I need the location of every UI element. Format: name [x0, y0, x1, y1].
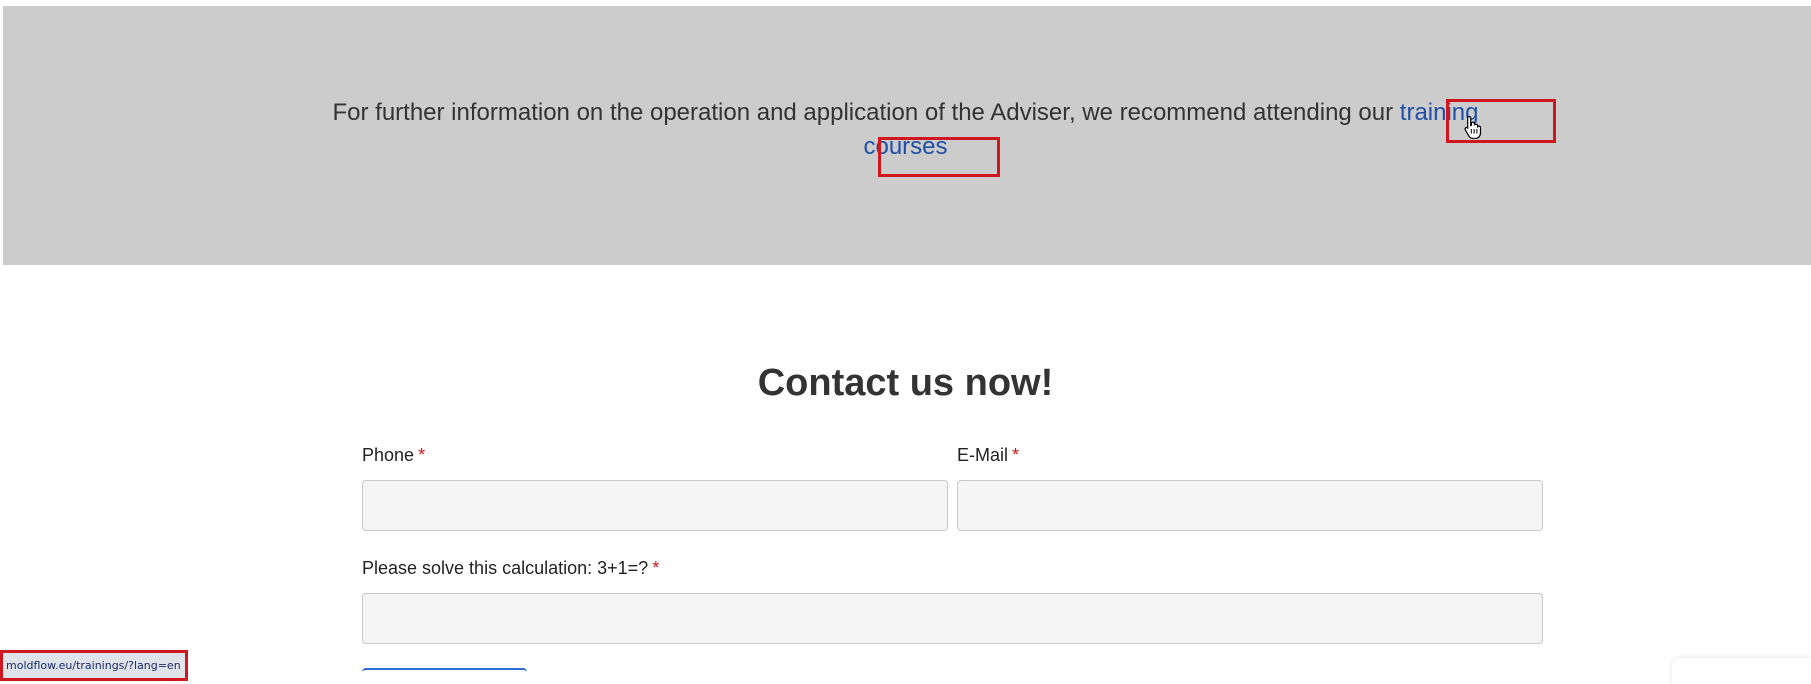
banner-text: For further information on the operation… — [0, 96, 1811, 164]
calculation-field[interactable] — [362, 593, 1543, 644]
email-label: E-Mail * — [957, 445, 1020, 465]
hand-pointer-icon — [1464, 115, 1482, 139]
banner-line-1: For further information on the operation… — [0, 96, 1811, 130]
email-field[interactable] — [957, 480, 1543, 531]
phone-label: Phone * — [362, 445, 426, 465]
banner-sentence: For further information on the operation… — [332, 99, 1400, 126]
submit-button[interactable] — [362, 668, 527, 684]
calculation-label: Please solve this calculation: 3+1=? * — [362, 558, 660, 578]
status-bar-url: moldflow.eu/trainings/?lang=en — [0, 650, 188, 681]
required-marker: * — [418, 445, 426, 465]
required-marker: * — [1012, 445, 1020, 465]
training-courses-link-part2[interactable]: courses — [863, 133, 947, 160]
banner-line-2: courses — [0, 130, 1811, 164]
contact-title: Contact us now! — [757, 362, 1054, 404]
required-marker: * — [652, 558, 660, 578]
corner-widget[interactable] — [1672, 658, 1811, 684]
phone-field[interactable] — [362, 480, 948, 531]
